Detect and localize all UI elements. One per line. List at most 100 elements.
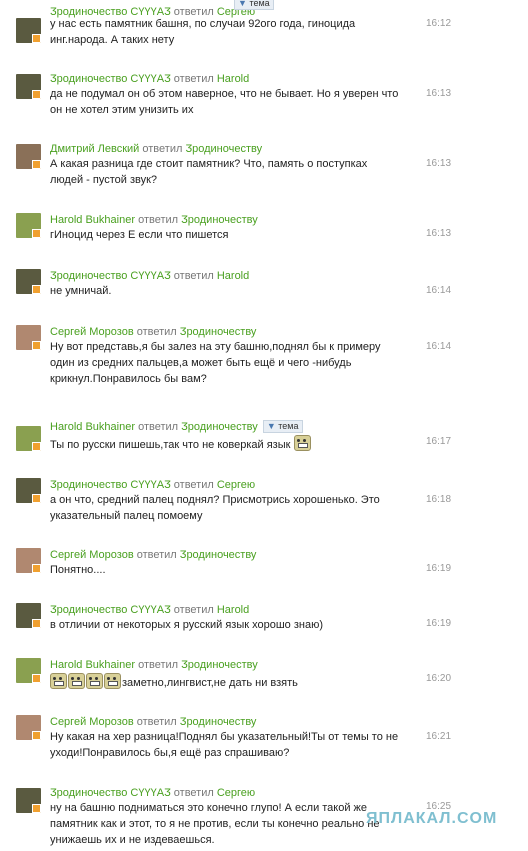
avatar[interactable] <box>16 603 41 628</box>
avatar[interactable] <box>16 325 41 350</box>
comment-text: Ну вот представь,я бы залез на эту башню… <box>50 341 381 385</box>
avatar[interactable] <box>16 144 41 169</box>
timestamp: 16:19 <box>426 563 452 574</box>
reply-label: ответил <box>136 326 177 338</box>
reply-label: ответил <box>173 270 214 282</box>
reply-target-link[interactable]: Ӡродиночеству <box>180 326 257 338</box>
author-link[interactable]: Сергей Морозов <box>50 716 134 728</box>
avatar[interactable] <box>16 548 41 573</box>
comment-header: Сергей Морозов ответил Ӡродиночеству <box>50 548 256 562</box>
tema-badge[interactable]: ▼ тема <box>234 0 274 10</box>
timestamp: 16:13 <box>426 88 452 99</box>
avatar[interactable] <box>16 18 41 43</box>
author-link[interactable]: Harold Bukhainer <box>50 659 135 671</box>
reply-target-link[interactable]: Ӡродиночеству <box>180 716 257 728</box>
reply-target-link[interactable]: Ӡродиночеству <box>181 659 258 671</box>
author-link[interactable]: Ӡродиночество СҮҮҮАӠ <box>50 479 171 491</box>
comment-header: Harold Bukhainer ответил Ӡродиночеству ▼… <box>50 420 303 434</box>
smiley-icon <box>68 673 85 689</box>
comment-header: Сергей Морозов ответил Ӡродиночеству <box>50 715 256 729</box>
comment-header: Ӡродиночество СҮҮҮАӠ ответил Harold <box>50 269 249 283</box>
comment-text: Понятно.... <box>50 564 106 576</box>
smiley-icon <box>104 673 121 689</box>
avatar[interactable] <box>16 426 41 451</box>
reply-target-link[interactable]: Сергею <box>217 479 255 491</box>
reply-label: ответил <box>138 421 179 433</box>
author-link[interactable]: Harold Bukhainer <box>50 421 135 433</box>
chevron-down-icon: ▼ <box>238 0 247 8</box>
avatar[interactable] <box>16 269 41 294</box>
comment: Ӡродиночество СҮҮҮАӠ ответил Сергею ▼ те… <box>0 0 528 70</box>
smiley-icon <box>86 673 103 689</box>
comment-text: ну на башню подниматься это конечно глуп… <box>50 802 380 846</box>
comment-text: да не подумал он об этом наверное, что н… <box>50 88 399 116</box>
avatar[interactable] <box>16 788 41 813</box>
reply-label: ответил <box>173 787 214 799</box>
author-link[interactable]: Harold Bukhainer <box>50 214 135 226</box>
comment-text: у нас есть памятник башня, по случаи 92о… <box>50 18 356 46</box>
reply-label: ответил <box>136 716 177 728</box>
timestamp: 16:14 <box>426 341 452 352</box>
avatar[interactable] <box>16 74 41 99</box>
author-link[interactable]: Дмитрий Левский <box>50 143 139 155</box>
comment-text: Ну какая на хер разница!Поднял бы указат… <box>50 731 399 759</box>
reply-label: ответил <box>136 549 177 561</box>
reply-label: ответил <box>138 214 179 226</box>
timestamp: 16:13 <box>426 158 452 169</box>
comment: Ӡродиночество СҮҮҮАӠ ответил Harold да н… <box>0 72 528 142</box>
reply-label: ответил <box>173 73 214 85</box>
reply-target-link[interactable]: Ӡродиночеству <box>181 421 258 433</box>
comment-text: заметно,лингвист,не дать ни взять <box>50 673 400 691</box>
comment-header: Ӡродиночество СҮҮҮАӠ ответил Сергею <box>50 478 255 492</box>
comment-header: Дмитрий Левский ответил Ӡродиночеству <box>50 142 262 156</box>
tema-badge[interactable]: ▼ тема <box>262 420 303 433</box>
avatar[interactable] <box>16 658 41 683</box>
author-link[interactable]: Ӡродиночество СҮҮҮАӠ <box>50 787 171 799</box>
timestamp: 16:18 <box>426 494 452 505</box>
comment-text: а он что, средний палец поднял? Присмотр… <box>50 494 380 522</box>
author-link[interactable]: Сергей Морозов <box>50 549 134 561</box>
avatar[interactable] <box>16 478 41 503</box>
comment-text: Ты по русски пишешь,так что не коверкай … <box>50 435 400 453</box>
comment-header: Harold Bukhainer ответил Ӡродиночеству <box>50 658 258 672</box>
author-link[interactable]: Сергей Морозов <box>50 326 134 338</box>
reply-label: ответил <box>138 659 179 671</box>
comment-header: Harold Bukhainer ответил Ӡродиночеству <box>50 213 258 227</box>
reply-target-link[interactable]: Harold <box>217 73 249 85</box>
reply-label: ответил <box>173 479 214 491</box>
author-link[interactable]: Ӡродиночество СҮҮҮАӠ <box>50 604 171 616</box>
timestamp: 16:21 <box>426 731 452 742</box>
reply-target-link[interactable]: Harold <box>217 270 249 282</box>
reply-target-link[interactable]: Ӡродиночеству <box>180 549 257 561</box>
reply-target-link[interactable]: Harold <box>217 604 249 616</box>
comment-text: не умничай. <box>50 285 112 297</box>
timestamp: 16:17 <box>426 436 452 447</box>
reply-target-link[interactable]: Ӡродиночеству <box>185 143 262 155</box>
author-link[interactable]: Ӡродиночество СҮҮҮАӠ <box>50 73 171 85</box>
smiley-icon <box>50 673 67 689</box>
chevron-down-icon: ▼ <box>266 421 276 431</box>
reply-target-link[interactable]: Ӡродиночеству <box>181 214 258 226</box>
timestamp: 16:13 <box>426 228 452 239</box>
reply-label: ответил <box>173 604 214 616</box>
reply-label: ответил <box>142 143 183 155</box>
smiley-icon <box>293 435 311 451</box>
avatar[interactable] <box>16 213 41 238</box>
comment: Ӡродиночество СҮҮҮАӠ ответил Сергею а он… <box>0 478 528 548</box>
timestamp: 16:14 <box>426 285 452 296</box>
comment: Сергей Морозов ответил Ӡродиночеству Ну … <box>0 325 528 405</box>
comment-text: А какая разница где стоит памятник? Что,… <box>50 158 368 186</box>
timestamp: 16:20 <box>426 673 452 684</box>
comment-header: Ӡродиночество СҮҮҮАӠ ответил Сергею <box>50 786 255 800</box>
avatar[interactable] <box>16 715 41 740</box>
reply-target-link[interactable]: Сергею <box>217 787 255 799</box>
comment-text: гИноцид через Е если что пишется <box>50 229 229 241</box>
timestamp: 16:19 <box>426 618 452 629</box>
comment-header: Ӡродиночество СҮҮҮАӠ ответил Harold <box>50 72 249 86</box>
site-watermark: ЯПЛАКАЛ.COM <box>366 810 498 827</box>
timestamp: 16:12 <box>426 18 452 29</box>
author-link[interactable]: Ӡродиночество СҮҮҮАӠ <box>50 270 171 282</box>
comment-text: в отличии от некоторых я русский язык хо… <box>50 619 323 631</box>
comment-header: Сергей Морозов ответил Ӡродиночеству <box>50 325 256 339</box>
comment: Дмитрий Левский ответил Ӡродиночеству А … <box>0 142 528 212</box>
